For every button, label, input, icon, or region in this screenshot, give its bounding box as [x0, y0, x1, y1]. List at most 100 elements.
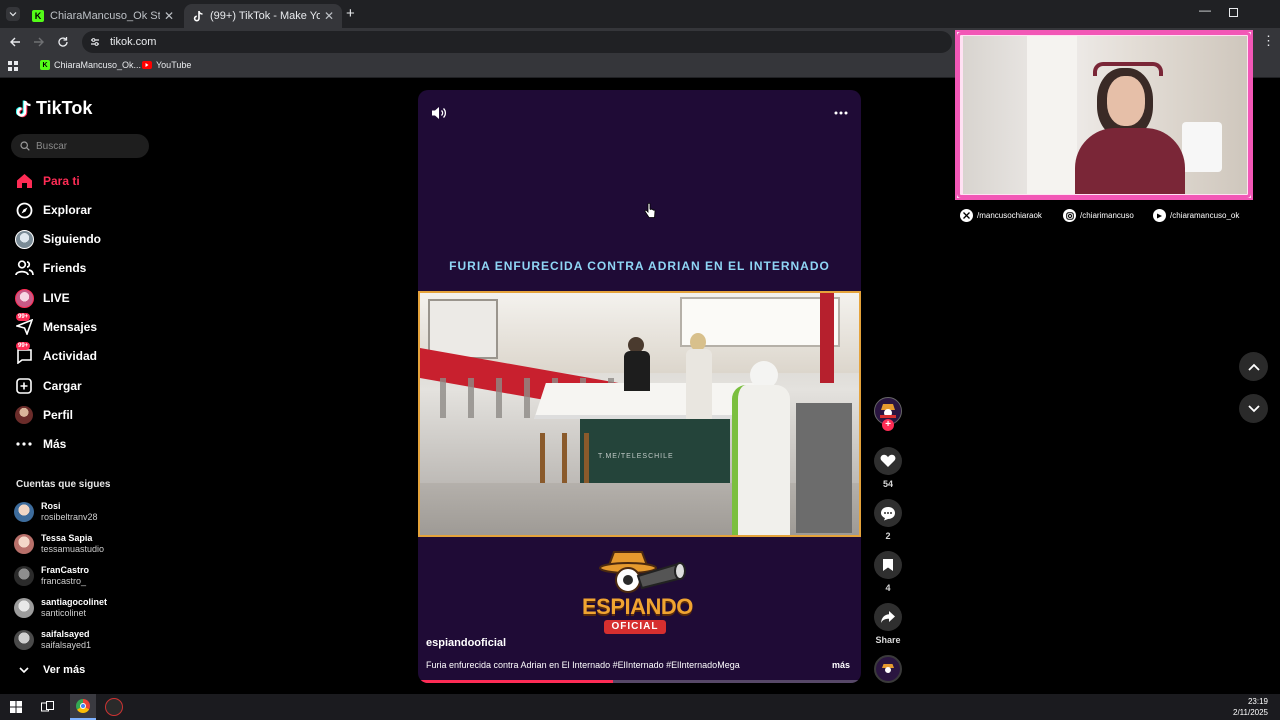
back-arrow-icon[interactable]	[9, 36, 21, 48]
chrome-taskbar-button[interactable]	[70, 694, 96, 720]
scene-curtain	[820, 293, 834, 383]
avatar	[14, 502, 34, 522]
nav-label: Perfil	[43, 408, 74, 422]
reload-icon[interactable]	[57, 36, 69, 48]
sound-disc-button[interactable]	[874, 655, 902, 683]
comment-button[interactable]: 2	[874, 499, 902, 541]
restore-window-button[interactable]	[1229, 8, 1238, 17]
activity-badge: 99+	[16, 342, 31, 350]
instagram-icon	[1063, 209, 1076, 222]
bookmark-icon	[874, 551, 902, 579]
bookmark-kick[interactable]: K ChiaraMancuso_Ok...	[40, 60, 141, 70]
account-item[interactable]: FranCastro francastro_	[14, 563, 89, 589]
account-item[interactable]: Tessa Sapia tessamuastudio	[14, 531, 104, 557]
comment-count: 2	[885, 531, 891, 541]
tiktok-icon	[16, 100, 31, 117]
social-youtube: /chiaramancuso_ok	[1153, 209, 1239, 222]
streamer-hoodie	[1075, 128, 1185, 194]
follow-plus-icon[interactable]: +	[882, 419, 894, 431]
account-name: Rosi	[41, 501, 61, 511]
chevron-down-icon	[9, 12, 17, 17]
close-tab-icon[interactable]: ✕	[324, 9, 334, 23]
new-tab-button[interactable]: +	[346, 5, 355, 22]
minimize-window-button[interactable]: —	[1199, 3, 1211, 17]
save-button[interactable]: 4	[874, 551, 902, 593]
address-bar[interactable]: tikok.com	[82, 31, 952, 53]
nav-siguiendo[interactable]: Siguiendo	[14, 228, 101, 250]
account-name: santiagocolinet	[41, 597, 108, 607]
nav-cargar[interactable]: Cargar	[14, 375, 82, 397]
tab-kick-stream[interactable]: K ChiaraMancuso_Ok Stream - W ✕	[24, 4, 182, 28]
nav-label: Siguiendo	[43, 232, 101, 246]
account-item[interactable]: santiagocolinet santicolinet	[14, 595, 107, 621]
nav-friends[interactable]: Friends	[14, 257, 86, 279]
kebab-menu-icon[interactable]: ⋮	[1262, 34, 1275, 48]
tab-tiktok[interactable]: (99+) TikTok - Make Your Day ✕	[184, 4, 342, 28]
clock-date: 2/11/2025	[1233, 708, 1268, 717]
tab-search-button[interactable]	[6, 7, 20, 21]
task-view-icon[interactable]	[41, 701, 54, 713]
nav-label: Actividad	[43, 349, 98, 363]
activity-icon: 99+	[14, 342, 34, 366]
save-count: 4	[885, 583, 891, 593]
previous-video-button[interactable]	[1239, 352, 1268, 381]
close-tab-icon[interactable]: ✕	[164, 9, 174, 23]
heart-icon	[874, 447, 902, 475]
scene-fridge	[796, 403, 852, 533]
search-input[interactable]: Buscar	[11, 134, 149, 158]
streamer-face	[1107, 76, 1145, 126]
like-button[interactable]: 54	[874, 447, 902, 489]
video-progress-bar[interactable]	[418, 680, 861, 683]
more-icon	[14, 434, 34, 454]
taskbar-clock[interactable]: 23:19 2/11/2025	[1233, 696, 1268, 718]
site-settings-icon[interactable]	[90, 37, 100, 47]
avatar	[14, 598, 34, 618]
video-player[interactable]: FURIA ENFURECIDA CONTRA ADRIAN EN EL INT…	[418, 90, 861, 683]
windows-start-icon[interactable]	[10, 701, 22, 713]
nav-mas[interactable]: Más	[14, 433, 66, 455]
mouse-cursor-icon	[644, 203, 656, 218]
obs-icon[interactable]	[105, 698, 123, 716]
social-handle: /mancusochiaraok	[977, 211, 1042, 220]
more-options-icon[interactable]	[834, 111, 848, 115]
headphones-icon	[1093, 62, 1163, 76]
url-text: tikok.com	[110, 36, 157, 48]
nav-label: Mensajes	[43, 320, 98, 334]
nav-mensajes[interactable]: 99+ Mensajes	[14, 313, 98, 338]
see-more-button[interactable]: Ver más	[14, 659, 85, 681]
home-icon	[14, 171, 34, 191]
nav-actividad[interactable]: 99+ Actividad	[14, 342, 98, 367]
nav-explorar[interactable]: Explorar	[14, 199, 92, 221]
apps-grid-icon[interactable]	[8, 61, 18, 71]
forward-arrow-icon[interactable]	[33, 36, 45, 48]
volume-icon[interactable]	[431, 106, 447, 120]
scene-window	[428, 299, 498, 359]
share-button[interactable]: Share	[874, 603, 902, 645]
nav-label: Para ti	[43, 174, 80, 188]
tab-title: (99+) TikTok - Make Your Day	[210, 10, 320, 22]
webcam-door	[1027, 36, 1077, 194]
next-video-button[interactable]	[1239, 394, 1268, 423]
creator-avatar-button[interactable]: +	[874, 397, 902, 431]
nav-label: Explorar	[43, 203, 92, 217]
nav-perfil[interactable]: Perfil	[14, 404, 73, 426]
tiktok-logo[interactable]: TikTok	[16, 98, 92, 119]
account-item[interactable]: saifalsayed saifalsayed1	[14, 627, 91, 653]
windows-taskbar: 23:19 2/11/2025	[0, 694, 1280, 720]
nav-live[interactable]: LIVE	[14, 287, 70, 309]
upload-icon	[14, 376, 34, 396]
video-author[interactable]: espiandooficial	[426, 637, 506, 649]
account-name: saifalsayed	[41, 629, 90, 639]
music-disc-icon	[874, 655, 902, 683]
webcam-chair	[1182, 122, 1222, 172]
account-handle: rosibeltranv28	[41, 512, 98, 522]
x-icon	[960, 209, 973, 222]
scene-person-body	[686, 349, 712, 419]
bookmark-youtube[interactable]: YouTube	[142, 60, 191, 70]
account-item[interactable]: Rosi rosibeltranv28	[14, 499, 98, 525]
avatar	[14, 534, 34, 554]
search-icon	[20, 141, 30, 151]
caption-more-button[interactable]: más	[832, 660, 850, 670]
nav-para-ti[interactable]: Para ti	[14, 170, 80, 192]
account-handle: tessamuastudio	[41, 544, 105, 554]
